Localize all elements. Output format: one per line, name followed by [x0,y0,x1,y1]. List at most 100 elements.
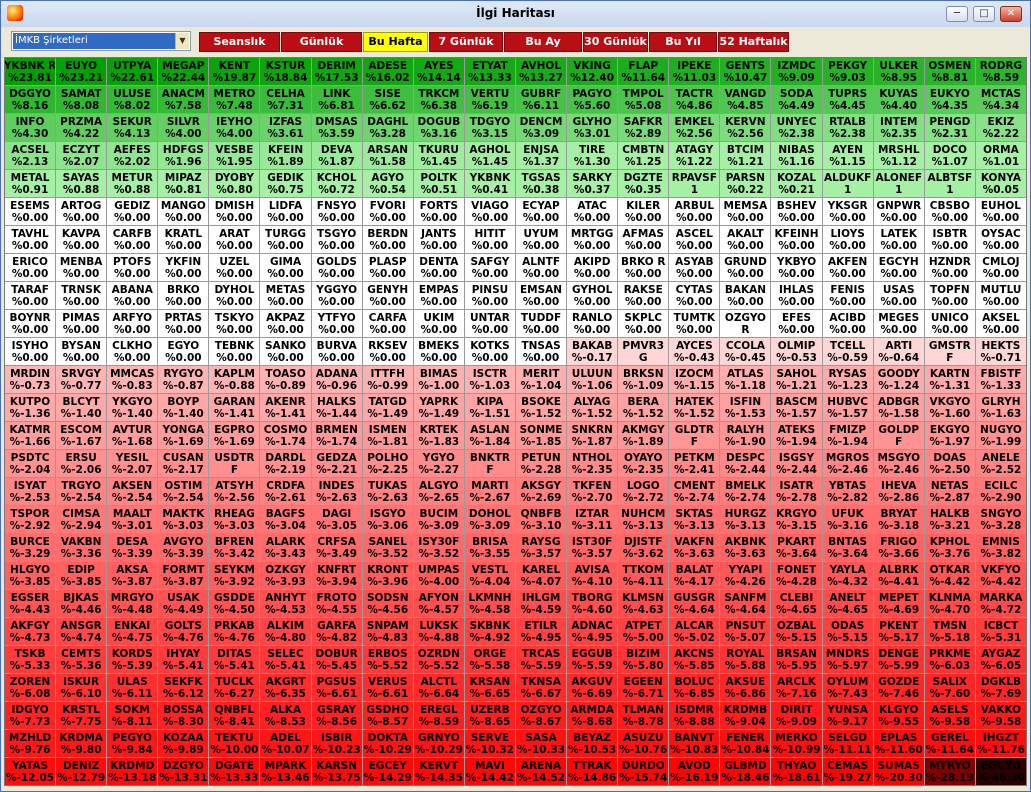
heatmap-cell[interactable]: TTKOM %-4.11 [618,562,669,589]
heatmap-cell[interactable]: BSHEV %0.00 [771,198,822,225]
heatmap-cell[interactable]: BANVT %-10.83 [669,730,720,757]
heatmap-cell[interactable]: PEGYO %-9.84 [107,730,158,757]
heatmap-cell[interactable]: PLASP %0.00 [362,254,413,281]
heatmap-cell[interactable]: ARENA %-14.52 [515,758,567,785]
heatmap-cell[interactable]: VANGD %4.85 [720,86,771,113]
heatmap-cell[interactable]: BUCIM %-3.09 [413,506,464,533]
heatmap-cell[interactable]: SAYAS %0.88 [56,170,107,197]
heatmap-cell[interactable]: GRUND %0.00 [720,254,771,281]
heatmap-cell[interactable]: ISYHO %0.00 [5,338,56,365]
heatmap-cell[interactable]: VAKBN %-3.36 [56,534,107,561]
heatmap-cell[interactable]: DIRIT %-9.09 [771,702,822,729]
heatmap-cell[interactable]: OZBAL %-5.15 [771,618,822,645]
heatmap-cell[interactable]: PMVR3 G [618,338,669,365]
heatmap-cell[interactable]: ASYAB %0.00 [669,254,720,281]
heatmap-cell[interactable]: CMLOJ %0.00 [975,254,1026,281]
heatmap-cell[interactable]: DGZTE %0.35 [618,170,669,197]
heatmap-cell[interactable]: YGYO %-2.27 [413,450,464,477]
heatmap-cell[interactable]: KUYAS %4.40 [873,86,924,113]
heatmap-cell[interactable]: FORTS %0.00 [413,198,464,225]
heatmap-cell[interactable]: GOLDS %0.00 [311,254,362,281]
heatmap-cell[interactable]: USDTR F [209,450,260,477]
heatmap-cell[interactable]: TUPRS %4.45 [822,86,873,113]
heatmap-cell[interactable]: ADNAC %-4.95 [567,618,618,645]
tab-bu-yıl[interactable]: Bu Yıl [649,32,717,52]
heatmap-cell[interactable]: SOKM %-8.11 [107,702,158,729]
heatmap-cell[interactable]: THYAO %-18.61 [771,758,822,785]
heatmap-cell[interactable]: AYGAZ %-6.05 [975,646,1026,673]
heatmap-cell[interactable]: YKBNK R %23.81 [5,58,56,85]
heatmap-cell[interactable]: BMELK %-2.74 [720,478,771,505]
heatmap-cell[interactable]: ISBTR %0.00 [924,226,975,253]
heatmap-cell[interactable]: SANFM %-4.64 [720,590,771,617]
heatmap-cell[interactable]: AVISA %-4.10 [567,562,618,589]
heatmap-cell[interactable]: IHGZT %-11.76 [975,730,1026,757]
heatmap-cell[interactable]: AKFEN %0.00 [822,254,873,281]
heatmap-cell[interactable]: EGPRO %-1.69 [209,422,260,449]
heatmap-cell[interactable]: DOHOL %-3.09 [464,506,515,533]
heatmap-cell[interactable]: ANACM %7.58 [158,86,209,113]
heatmap-cell[interactable]: DMISH %0.00 [209,198,260,225]
heatmap-cell[interactable]: UZERB %-8.65 [464,702,515,729]
heatmap-cell[interactable]: MTRYO %-28.19 [924,758,975,785]
heatmap-cell[interactable]: KAVPA %0.00 [56,226,107,253]
heatmap-cell[interactable]: MRGYO %-4.48 [107,590,158,617]
heatmap-cell[interactable]: GOLTS %-4.76 [158,618,209,645]
heatmap-cell[interactable]: GARAN %-1.41 [209,394,260,421]
heatmap-cell[interactable]: SANEL %-3.52 [362,534,413,561]
heatmap-cell[interactable]: ULKER %8.95 [873,58,924,85]
heatmap-cell[interactable]: RTALB %2.38 [822,114,873,141]
heatmap-cell[interactable]: AKSGY %-2.69 [515,478,567,505]
heatmap-cell[interactable]: OSMEN %8.81 [924,58,975,85]
heatmap-cell[interactable]: BRSAN %-5.95 [771,646,822,673]
heatmap-cell[interactable]: BURCE %-3.29 [5,534,56,561]
heatmap-cell[interactable]: KONYA %0.05 [975,170,1026,197]
heatmap-cell[interactable]: AVTUR %-1.68 [107,422,158,449]
heatmap-cell[interactable]: TIRE %1.30 [567,142,618,169]
heatmap-cell[interactable]: CRFSA %-3.49 [311,534,362,561]
heatmap-cell[interactable]: TOASO %-0.89 [260,366,311,393]
heatmap-cell[interactable]: NUHCM %-3.13 [618,506,669,533]
heatmap-cell[interactable]: EMKEL %2.56 [669,114,720,141]
heatmap-cell[interactable]: TURGG %0.00 [260,226,311,253]
heatmap-cell[interactable]: ZOREN %-6.08 [5,674,56,701]
heatmap-cell[interactable]: SRVGY %-0.77 [56,366,107,393]
heatmap-cell[interactable]: FENIS %0.00 [822,282,873,309]
heatmap-cell[interactable]: GENYH %0.00 [362,282,413,309]
heatmap-cell[interactable]: ALBTSF 1 [924,170,975,197]
heatmap-cell[interactable]: GLDTR F [669,422,720,449]
heatmap-cell[interactable]: ISGSY %-2.44 [771,450,822,477]
heatmap-cell[interactable]: AKGRT %-6.35 [260,674,311,701]
heatmap-cell[interactable]: ERBOS %-5.52 [362,646,413,673]
heatmap-cell[interactable]: EGSER %-4.43 [5,590,56,617]
heatmap-cell[interactable]: HEKTS %-0.71 [975,338,1026,365]
heatmap-cell[interactable]: IHLGM %-4.59 [515,590,567,617]
tab-30-günlük[interactable]: 30 Günlük [583,32,648,52]
heatmap-cell[interactable]: ALNTF %0.00 [515,254,567,281]
heatmap-cell[interactable]: AGHOL %1.45 [464,142,515,169]
heatmap-cell[interactable]: VKGYO %-1.60 [924,394,975,421]
heatmap-cell[interactable]: KAPLM %-0.88 [209,366,260,393]
heatmap-cell[interactable]: SELEC %-5.41 [260,646,311,673]
heatmap-cell[interactable]: TLMAN %-8.78 [618,702,669,729]
heatmap-cell[interactable]: TSKB %-5.33 [5,646,56,673]
heatmap-cell[interactable]: YKFIN %0.00 [158,254,209,281]
heatmap-cell[interactable]: ISY30F %-3.52 [413,534,464,561]
heatmap-cell[interactable]: AKSEN %-2.54 [107,478,158,505]
heatmap-cell[interactable]: AVHOL %13.27 [515,58,567,85]
heatmap-cell[interactable]: PRTAS %0.00 [158,310,209,337]
heatmap-cell[interactable]: OZRDN %-5.52 [413,646,464,673]
heatmap-cell[interactable]: METUR %0.88 [107,170,158,197]
heatmap-cell[interactable]: SEKFK %-6.12 [158,674,209,701]
heatmap-cell[interactable]: TACTR %4.86 [669,86,720,113]
heatmap-cell[interactable]: KLNMA %-4.70 [924,590,975,617]
heatmap-cell[interactable]: KOZAA %-9.89 [158,730,209,757]
heatmap-cell[interactable]: MEGES %0.00 [873,310,924,337]
heatmap-cell[interactable]: IPEKE %11.03 [669,58,720,85]
heatmap-cell[interactable]: PNSUT %-5.07 [720,618,771,645]
heatmap-cell[interactable]: FBISTF %-1.33 [975,366,1026,393]
heatmap-cell[interactable]: HUBVC %-1.57 [822,394,873,421]
heatmap-cell[interactable]: CIMSA %-2.94 [56,506,107,533]
heatmap-cell[interactable]: ATLAS %-1.18 [720,366,771,393]
heatmap-cell[interactable]: UZEL %0.00 [209,254,260,281]
